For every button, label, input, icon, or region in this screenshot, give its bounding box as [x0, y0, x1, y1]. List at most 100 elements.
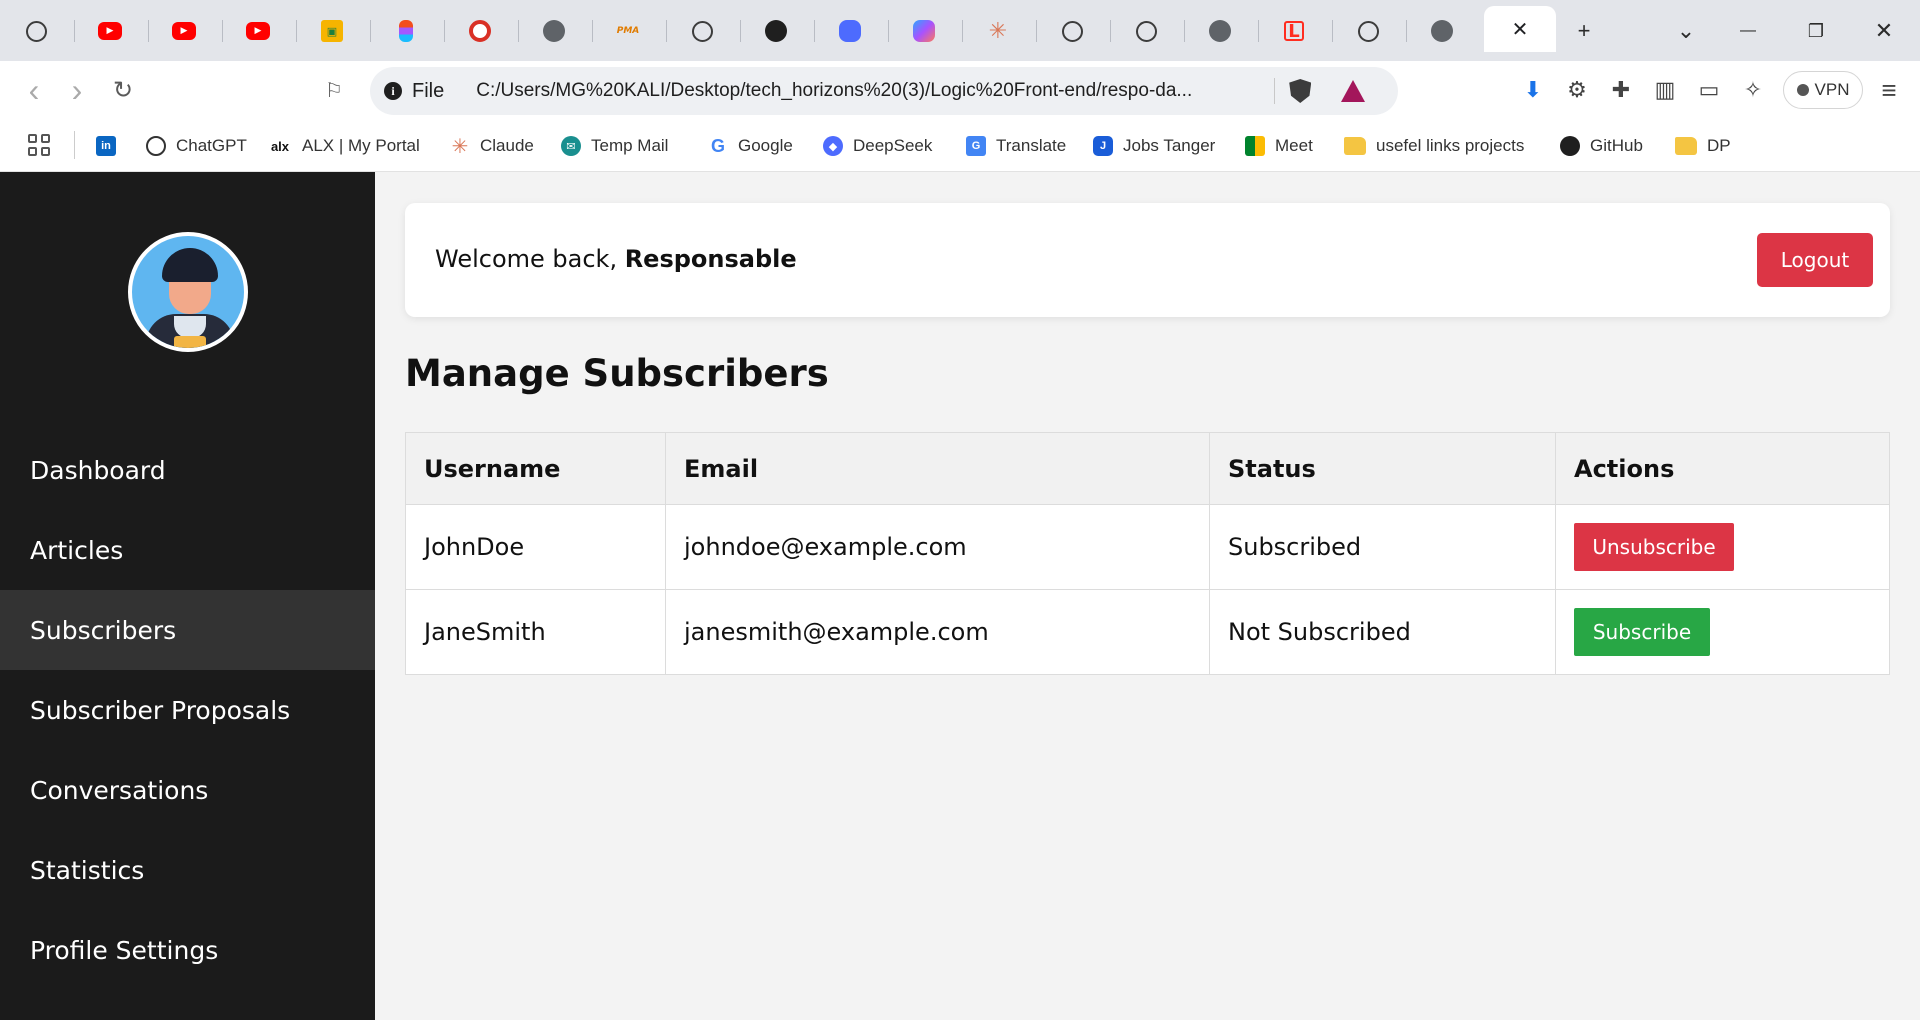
extension-icon[interactable]: ⚙ — [1562, 75, 1592, 105]
puzzle-icon[interactable]: ✚ — [1606, 75, 1636, 105]
bookmark-deepseek[interactable]: ◆ DeepSeek — [823, 132, 932, 160]
sidebar-item-profile-settings[interactable]: Profile Settings — [0, 910, 375, 990]
tab[interactable]: L — [1258, 10, 1330, 52]
tab[interactable] — [814, 10, 886, 52]
bookmark-label: Jobs Tanger — [1123, 136, 1216, 155]
bookmark-translate[interactable]: G Translate — [966, 132, 1066, 160]
active-tab[interactable]: ✕ — [1484, 6, 1556, 52]
subscribe-button[interactable]: Subscribe — [1574, 608, 1710, 656]
tab[interactable] — [0, 10, 72, 52]
tab[interactable]: ▶ — [222, 10, 294, 52]
leo-ai-icon[interactable]: ✧ — [1738, 75, 1768, 105]
bookmark-label: DP — [1707, 136, 1731, 155]
tab[interactable] — [370, 10, 442, 52]
tab[interactable] — [444, 10, 516, 52]
sidebar-toggle-icon[interactable]: ▥ — [1650, 75, 1680, 105]
tab[interactable] — [1332, 10, 1404, 52]
welcome-prefix: Welcome back, — [435, 245, 625, 273]
bookmark-github[interactable]: GitHub — [1560, 132, 1643, 160]
vpn-button[interactable]: VPN — [1783, 71, 1863, 109]
bookmark-label: GitHub — [1590, 136, 1643, 155]
youtube-icon: ▶ — [172, 22, 196, 40]
brave-rewards-icon[interactable] — [1341, 80, 1366, 102]
phpmyadmin-icon: PMA — [616, 26, 640, 36]
bookmark-label: usefel links projects — [1376, 136, 1525, 155]
tab[interactable]: ▣ — [296, 10, 368, 52]
deepseek-icon: ◆ — [823, 136, 843, 156]
restore-button[interactable]: ❐ — [1796, 14, 1836, 48]
bookmark-claude[interactable]: ✳ Claude — [450, 132, 534, 160]
tab[interactable] — [518, 10, 590, 52]
brave-shield-icon[interactable] — [1289, 79, 1312, 103]
tab[interactable] — [740, 10, 812, 52]
site-info-icon[interactable]: i — [384, 82, 402, 100]
chatgpt-icon — [1357, 20, 1379, 42]
sidebar-item-subscribers[interactable]: Subscribers — [0, 590, 375, 670]
wallet-icon[interactable]: ▭ — [1694, 75, 1724, 105]
forward-button[interactable]: › — [60, 72, 94, 108]
record-icon — [469, 20, 491, 42]
reload-button[interactable]: ↻ — [106, 73, 140, 107]
avatar — [128, 232, 248, 352]
tab[interactable] — [888, 10, 960, 52]
bookmark-temp-mail[interactable]: ✉ Temp Mail — [561, 132, 668, 160]
sidebar-item-subscriber-proposals[interactable]: Subscriber Proposals — [0, 670, 375, 750]
sidebar-item-statistics[interactable]: Statistics — [0, 830, 375, 910]
divider — [1274, 78, 1276, 104]
youtube-icon: ▶ — [98, 22, 122, 40]
bookmark-chatgpt[interactable]: ChatGPT — [146, 132, 247, 160]
jobs-tanger-icon: J — [1093, 136, 1113, 156]
bookmark-folder-links[interactable]: usefel links projects — [1344, 132, 1524, 160]
url-text[interactable]: C:/Users/MG%20KALI/Desktop/tech_horizons… — [476, 80, 1266, 102]
bookmark-google[interactable]: G Google — [708, 132, 793, 160]
unsubscribe-button[interactable]: Unsubscribe — [1574, 523, 1734, 571]
new-tab-button[interactable]: + — [1564, 14, 1604, 48]
sidebar-item-dashboard[interactable]: Dashboard — [0, 430, 375, 510]
window-close-button[interactable]: ✕ — [1864, 14, 1904, 48]
column-header-status: Status — [1209, 432, 1556, 505]
close-tab-icon[interactable]: ✕ — [1512, 17, 1529, 42]
back-button[interactable]: ‹ — [17, 72, 51, 108]
tab[interactable] — [1110, 10, 1182, 52]
bookmark-label: Translate — [996, 136, 1067, 155]
actions-cell: Subscribe — [1555, 589, 1890, 675]
tab[interactable] — [1036, 10, 1108, 52]
table-row: JaneSmith janesmith@example.com Not Subs… — [405, 589, 1890, 675]
sidebar-item-conversations[interactable]: Conversations — [0, 750, 375, 830]
logout-button[interactable]: Logout — [1757, 233, 1873, 287]
bookmark-linkedin[interactable]: in — [96, 132, 126, 160]
apps-grid-icon[interactable] — [28, 134, 50, 156]
tab[interactable]: ▶ — [148, 10, 220, 52]
username-cell: JohnDoe — [405, 504, 666, 590]
bookmark-folder-dp[interactable]: DP — [1675, 132, 1731, 160]
temp-mail-icon: ✉ — [561, 136, 581, 156]
minimize-button[interactable]: — — [1728, 14, 1768, 48]
tab[interactable]: PMA — [592, 10, 664, 52]
tab[interactable] — [1406, 10, 1478, 52]
tab[interactable]: ▶ — [74, 10, 146, 52]
translate-icon: G — [966, 136, 986, 156]
chatgpt-icon — [25, 20, 47, 42]
bookmark-label: ALX | My Portal — [302, 136, 420, 155]
figma-icon — [399, 20, 413, 42]
bookmark-label: Meet — [1275, 136, 1313, 155]
bookmark-label: DeepSeek — [853, 136, 933, 155]
address-bar[interactable]: i File C:/Users/MG%20KALI/Desktop/tech_h… — [370, 67, 1398, 115]
tab[interactable]: ✳ — [962, 10, 1034, 52]
welcome-message: Welcome back, Responsable — [435, 245, 797, 273]
chatgpt-icon — [1135, 20, 1157, 42]
email-cell: johndoe@example.com — [665, 504, 1210, 590]
bookmark-alx[interactable]: alx ALX | My Portal — [268, 132, 420, 160]
menu-icon[interactable]: ≡ — [1874, 75, 1904, 105]
tab[interactable] — [666, 10, 738, 52]
bookmark-label: Temp Mail — [591, 136, 669, 155]
welcome-user-name: Responsable — [624, 245, 797, 273]
bookmark-jobs-tanger[interactable]: J Jobs Tanger — [1093, 132, 1215, 160]
tab[interactable] — [1184, 10, 1256, 52]
table-row: JohnDoe johndoe@example.com Subscribed U… — [405, 504, 1890, 590]
bookmark-icon[interactable]: ⚐ — [317, 73, 351, 107]
tab-search-icon[interactable]: ⌄ — [1666, 14, 1706, 48]
sidebar-item-articles[interactable]: Articles — [0, 510, 375, 590]
download-icon[interactable]: ⬇ — [1518, 75, 1548, 105]
bookmark-meet[interactable]: Meet — [1245, 132, 1313, 160]
